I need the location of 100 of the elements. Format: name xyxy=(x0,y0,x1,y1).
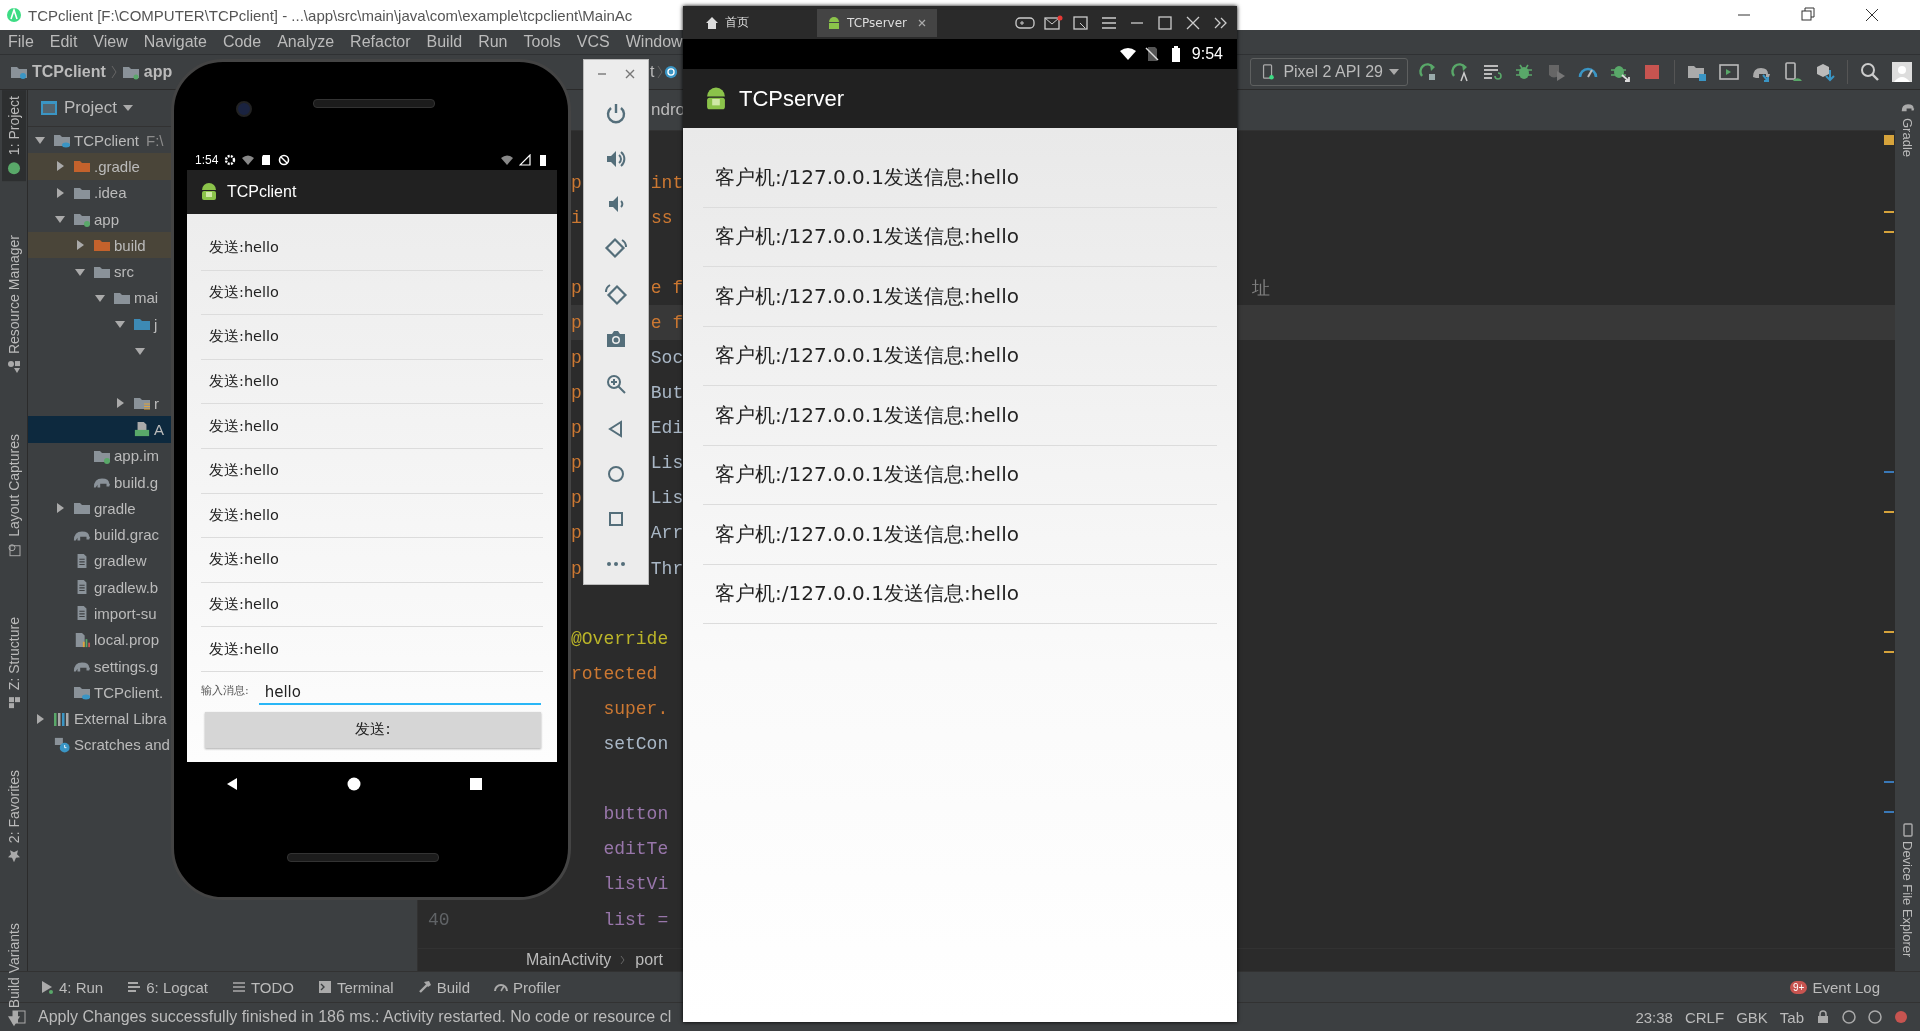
breadcrumb-item[interactable]: t xyxy=(650,63,655,81)
tree-item[interactable]: gradlew xyxy=(28,547,172,575)
tool-window-tab[interactable]: 2: Favorites xyxy=(1,764,26,870)
zoom-icon[interactable] xyxy=(604,372,628,396)
tool-window-tab[interactable]: Build xyxy=(417,978,471,996)
file-encoding[interactable]: GBK xyxy=(1736,1008,1768,1026)
mail-icon[interactable] xyxy=(1043,14,1063,31)
tool-window-tab[interactable]: 6: Logcat xyxy=(127,978,208,996)
rotate-left-icon[interactable] xyxy=(604,237,628,261)
menu-item[interactable]: Edit xyxy=(49,33,78,51)
collapse-arrow-icon[interactable] xyxy=(54,160,66,173)
message-input[interactable]: hello xyxy=(258,676,541,705)
indent-setting[interactable]: Tab xyxy=(1779,1008,1804,1026)
chevron-icon xyxy=(656,64,665,80)
collapse-arrow-icon[interactable] xyxy=(34,712,46,725)
menu-icon[interactable] xyxy=(1099,14,1119,31)
tool-window-tab[interactable]: Terminal xyxy=(318,978,394,996)
error-icon[interactable] xyxy=(1894,1010,1908,1024)
breadcrumb-item[interactable]: TCPclient xyxy=(32,63,106,81)
screen-icon[interactable] xyxy=(1071,14,1091,31)
gamepad-icon[interactable] xyxy=(1015,14,1035,31)
rotate-right-icon[interactable] xyxy=(604,282,628,306)
rerun-icon[interactable] xyxy=(1418,62,1438,82)
tool-window-tab[interactable]: 1: Project xyxy=(1,90,26,182)
menu-item[interactable]: Navigate xyxy=(143,33,207,51)
breadcrumb-item[interactable]: port xyxy=(635,951,663,969)
tree-item[interactable]: app xyxy=(28,205,172,233)
stop-icon[interactable] xyxy=(1642,62,1662,82)
line-separator[interactable]: CRLF xyxy=(1684,1008,1725,1026)
menu-item[interactable]: Build xyxy=(426,33,463,51)
tool-window-tab[interactable]: Layout Captures xyxy=(1,428,26,563)
tree-item[interactable]: src xyxy=(28,258,172,285)
collapse-arrow-icon[interactable] xyxy=(54,186,66,199)
breadcrumb-item[interactable]: app xyxy=(143,63,173,81)
tree-item[interactable]: Scratches and xyxy=(28,731,172,759)
maximize-icon[interactable] xyxy=(1155,14,1175,31)
tree-item[interactable]: app.im xyxy=(28,442,172,469)
power-icon[interactable] xyxy=(604,102,628,126)
menu-item[interactable]: Window xyxy=(625,33,683,51)
message-item: 发送:hello xyxy=(201,627,543,672)
menu-item[interactable]: Refactor xyxy=(350,33,411,51)
tree-item[interactable]: build.grac xyxy=(28,521,172,548)
window-tab[interactable]: TCPserver xyxy=(817,8,937,37)
tool-window-tab[interactable]: Profiler xyxy=(494,978,561,996)
tree-item[interactable]: local.prop xyxy=(28,626,172,653)
tool-window-tab[interactable]: 4: Run xyxy=(40,978,104,996)
send-button[interactable]: 发送: xyxy=(205,711,541,748)
tree-item[interactable]: TCPclient. xyxy=(28,679,172,706)
tree-item[interactable]: A xyxy=(28,416,172,443)
terminal-icon[interactable] xyxy=(1719,62,1739,82)
search-icon[interactable] xyxy=(1860,62,1880,82)
tree-item[interactable]: build.g xyxy=(28,468,172,496)
tree-item[interactable]: gradle xyxy=(28,495,172,522)
tree-item[interactable]: External Libra xyxy=(28,705,172,732)
tool-window-tab[interactable]: Build Variants xyxy=(1,917,26,1031)
menu-item[interactable]: Run xyxy=(478,33,508,51)
breadcrumb-item[interactable]: MainActivity xyxy=(526,951,612,969)
apply-code-icon[interactable] xyxy=(1450,62,1470,82)
tree-item[interactable]: gradlew.b xyxy=(28,574,172,601)
editor-tab[interactable]: ndro xyxy=(651,100,686,120)
face-icon[interactable] xyxy=(1842,1010,1856,1024)
caret-position[interactable]: 23:38 xyxy=(1635,1008,1673,1026)
tree-item[interactable]: .gradle xyxy=(28,153,172,180)
tool-window-tab[interactable]: Gradle xyxy=(1898,96,1917,162)
tool-window-tab[interactable]: Resource Manager xyxy=(1,229,26,381)
menu-item[interactable]: View xyxy=(93,33,128,51)
menu-item[interactable]: Code xyxy=(222,33,262,51)
tree-item[interactable]: .idea xyxy=(28,179,172,206)
tool-window-tab[interactable]: TODO xyxy=(231,978,294,996)
attach-icon[interactable] xyxy=(1546,62,1566,82)
code-text: Edi xyxy=(650,418,684,439)
tool-window-tab[interactable]: Z: Structure xyxy=(1,610,26,717)
device-dropdown[interactable]: Pixel 2 API 29 xyxy=(1250,58,1408,86)
tree-item[interactable]: mai xyxy=(28,284,172,312)
code-text: p xyxy=(571,277,582,298)
menu-item[interactable]: Analyze xyxy=(277,33,335,51)
collapse-arrow-icon[interactable] xyxy=(114,397,126,410)
face-icon[interactable] xyxy=(1868,1010,1882,1024)
tree-item[interactable]: import-su xyxy=(28,600,172,627)
collapse-arrow-icon[interactable] xyxy=(74,239,86,252)
apply-changes-icon[interactable] xyxy=(1482,62,1502,82)
phone-icon[interactable] xyxy=(1783,62,1803,82)
menu-item[interactable]: Tools xyxy=(523,33,561,51)
tree-item[interactable]: TCPclient F:\ xyxy=(28,127,172,154)
tree-item[interactable]: settings.g xyxy=(28,652,172,680)
bug-icon[interactable] xyxy=(1514,62,1534,82)
home-icon[interactable] xyxy=(346,776,362,792)
lock-icon[interactable] xyxy=(1816,1010,1830,1024)
tree-item[interactable]: build xyxy=(28,232,172,259)
tool-window-tab[interactable]: Device File Explorer xyxy=(1898,818,1917,961)
package-icon[interactable] xyxy=(1815,62,1835,82)
window-tab[interactable]: 首页 xyxy=(695,8,759,37)
overview-icon[interactable] xyxy=(468,776,484,792)
panel-toggle-icon[interactable] xyxy=(12,1010,26,1024)
tree-item[interactable]: j xyxy=(28,311,172,338)
tree-item[interactable]: r xyxy=(28,389,172,417)
event-log-tab[interactable]: 9+ Event Log xyxy=(1790,978,1880,996)
collapse-arrow-icon[interactable] xyxy=(54,502,66,515)
menu-item[interactable]: VCS xyxy=(576,33,610,51)
menu-item[interactable]: File xyxy=(8,33,34,51)
